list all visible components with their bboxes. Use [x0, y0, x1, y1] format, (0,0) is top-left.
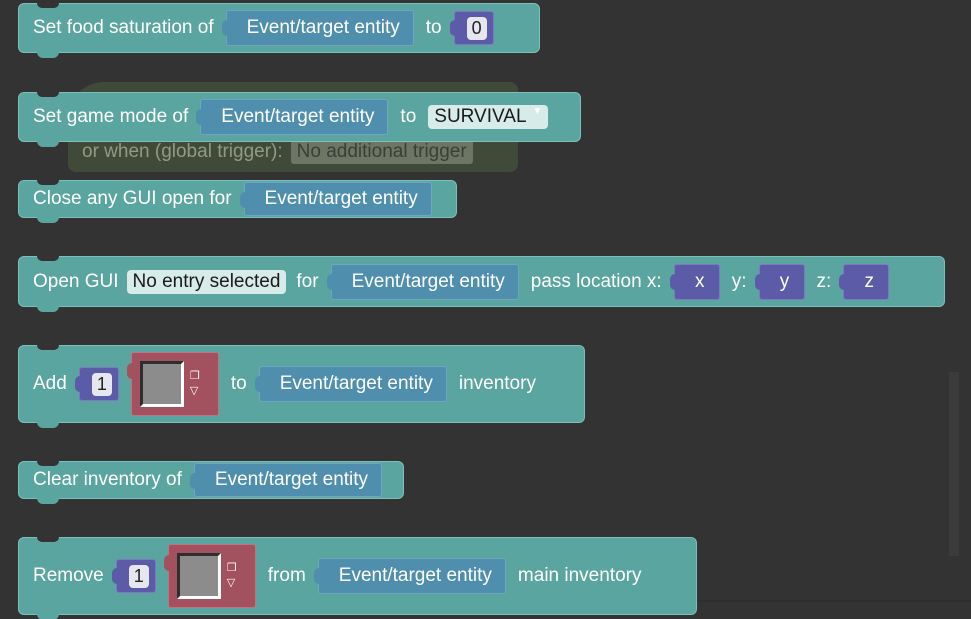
item-selector[interactable]: ❒ ▽	[126, 352, 219, 416]
horizontal-scrollbar[interactable]	[697, 600, 971, 602]
item-arrow-icon[interactable]: ▽	[227, 576, 237, 591]
dropdown-arrow-icon: ▼	[532, 105, 543, 117]
item-image	[176, 553, 221, 599]
to-label: to	[425, 17, 442, 38]
z-label: z:	[816, 270, 832, 292]
remove-item-block[interactable]: Remove 1 ❒ ▽ from Event/target entity ma…	[18, 537, 697, 619]
entity-input[interactable]: Event/target entity	[326, 263, 519, 300]
amount-value[interactable]: 1	[128, 564, 149, 588]
item-tools: ❒ ▽	[227, 561, 237, 591]
pass-location-label: pass location x:	[530, 270, 662, 292]
block-label: Clear inventory of	[33, 469, 182, 490]
vertical-scrollbar[interactable]	[949, 372, 959, 556]
ghost-trigger-dropdown: No additional trigger	[290, 140, 473, 164]
item-arrow-icon[interactable]: ▽	[190, 384, 200, 399]
entity-input[interactable]: Event/target entity	[189, 463, 383, 497]
z-input[interactable]: z	[839, 263, 890, 300]
entity-input[interactable]: Event/target entity	[196, 99, 389, 135]
set-game-mode-block[interactable]: Set game mode of Event/target entity to …	[18, 92, 581, 147]
to-label: to	[400, 106, 417, 127]
blockly-workspace[interactable]: or when (global trigger): No additional …	[0, 0, 971, 619]
clear-inventory-block[interactable]: Clear inventory of Event/target entity	[18, 461, 404, 504]
main-inventory-label: main inventory	[517, 565, 642, 586]
item-selector[interactable]: ❒ ▽	[163, 544, 256, 608]
number-value[interactable]: 0	[466, 16, 487, 40]
block-label: Add	[33, 373, 67, 394]
number-input[interactable]: 0	[449, 11, 494, 45]
game-mode-value: SURVIVAL	[434, 106, 527, 127]
y-input[interactable]: y	[754, 263, 805, 300]
add-item-block[interactable]: Add 1 ❒ ▽ to Event/target entity invento…	[18, 345, 585, 428]
gui-dropdown[interactable]: No entry selected	[126, 269, 287, 294]
amount-value[interactable]: 1	[91, 372, 112, 396]
game-mode-dropdown[interactable]: SURVIVAL ▼	[428, 105, 549, 129]
close-gui-block[interactable]: Close any GUI open for Event/target enti…	[18, 180, 457, 223]
item-image	[139, 361, 184, 407]
entity-input[interactable]: Event/target entity	[254, 366, 447, 402]
item-cube-icon[interactable]: ❒	[190, 369, 200, 384]
from-label: from	[267, 565, 306, 586]
block-label: Set food saturation of	[33, 17, 214, 38]
to-label: to	[230, 373, 247, 394]
ghost-label: or when (global trigger):	[82, 141, 283, 162]
item-cube-icon[interactable]: ❒	[227, 561, 237, 576]
set-food-saturation-block[interactable]: Set food saturation of Event/target enti…	[18, 3, 540, 58]
for-label: for	[296, 270, 319, 292]
entity-input[interactable]: Event/target entity	[239, 182, 432, 216]
block-label: Remove	[33, 565, 104, 586]
ghost-event-row: or when (global trigger): No additional …	[82, 140, 473, 164]
entity-input[interactable]: Event/target entity	[221, 10, 414, 46]
amount-input[interactable]: 1	[74, 367, 119, 401]
block-label: Set game mode of	[33, 106, 189, 127]
open-gui-block[interactable]: Open GUI No entry selected for Event/tar…	[18, 256, 945, 312]
x-input[interactable]: x	[669, 263, 720, 300]
entity-input[interactable]: Event/target entity	[313, 558, 506, 594]
y-label: y:	[731, 270, 747, 292]
block-label: Close any GUI open for	[33, 188, 232, 209]
inventory-label: inventory	[458, 373, 536, 394]
amount-input[interactable]: 1	[111, 559, 156, 593]
item-tools: ❒ ▽	[190, 369, 200, 399]
block-label: Open GUI	[33, 270, 119, 292]
